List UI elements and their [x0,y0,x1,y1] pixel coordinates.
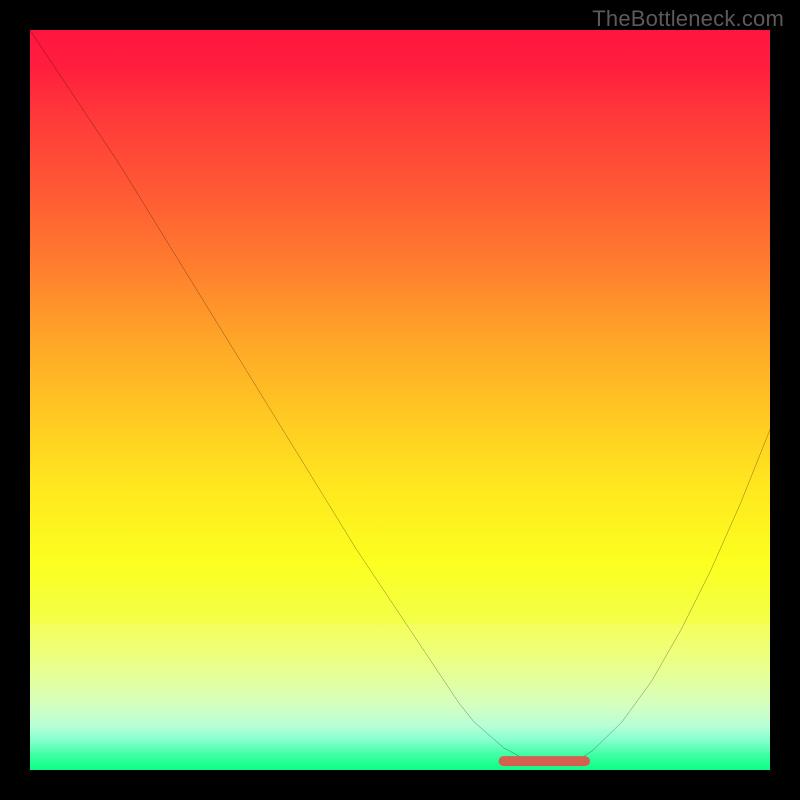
plot-area [30,30,770,770]
bottleneck-curve [30,30,770,764]
chart-svg [30,30,770,770]
watermark-text: TheBottleneck.com [592,6,784,32]
chart-frame: TheBottleneck.com [0,0,800,800]
